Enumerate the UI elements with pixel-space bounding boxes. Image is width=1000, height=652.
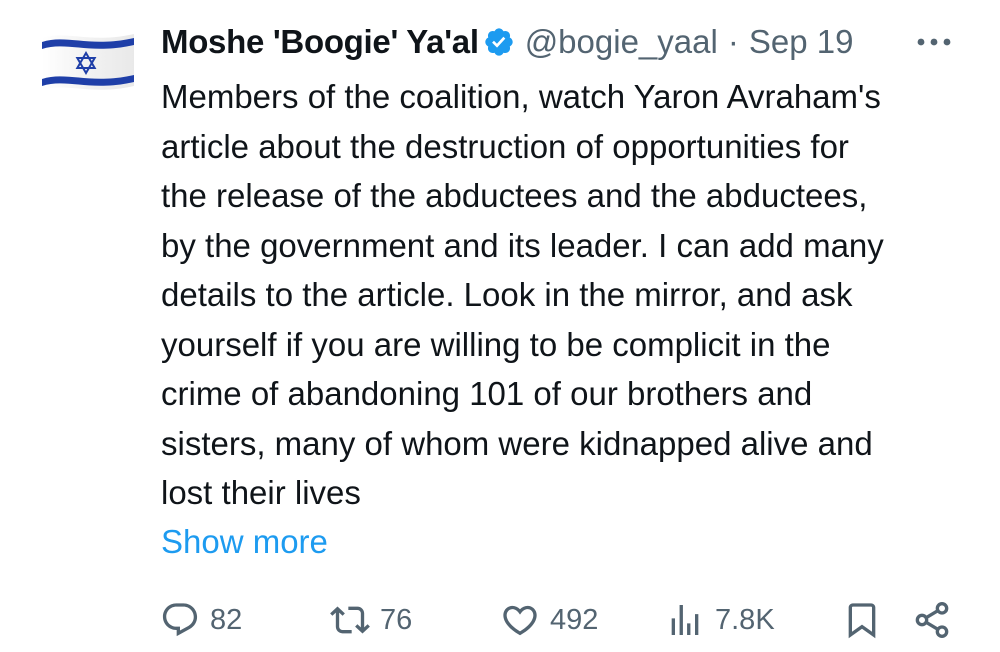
views-icon (671, 605, 699, 635)
tweet-header: Moshe 'Boogie' Ya'al @bogie_yaal · Sep 1… (161, 18, 853, 66)
reply-button[interactable]: 82 (160, 598, 242, 642)
reply-icon (162, 603, 198, 637)
views-count: 7.8K (715, 603, 775, 636)
tweet-text-line: lost their lives (161, 474, 361, 511)
tweet-text: Members of the coalition, watch Yaron Av… (161, 72, 981, 518)
tweet-text-line: sisters, many of whom were kidnapped ali… (161, 424, 873, 462)
retweet-icon (330, 606, 370, 634)
israel-flag-icon (42, 34, 134, 90)
like-button[interactable]: 492 (500, 598, 598, 642)
author-handle[interactable]: @bogie_yaal (525, 18, 718, 66)
like-count: 492 (550, 603, 599, 636)
more-options-button[interactable] (914, 30, 954, 54)
tweet-text-line: by the government and its leader. I can … (161, 226, 884, 264)
tweet-date[interactable]: Sep 19 (749, 18, 854, 66)
more-options-icon (917, 38, 951, 46)
retweet-button[interactable]: 76 (330, 598, 412, 642)
tweet-text-line: details to the article. Look in the mirr… (161, 276, 853, 313)
tweet-card[interactable]: Moshe 'Boogie' Ya'al @bogie_yaal · Sep 1… (0, 0, 1000, 652)
bookmark-button[interactable] (842, 598, 882, 642)
views-button[interactable]: 7.8K (665, 598, 775, 642)
tweet-text-line: the release of the abductees and the abd… (161, 177, 868, 214)
avatar[interactable] (38, 24, 138, 96)
share-icon (915, 602, 949, 639)
bookmark-icon (848, 603, 876, 639)
author-display-name[interactable]: Moshe 'Boogie' Ya'al (161, 18, 479, 66)
heart-icon (503, 605, 537, 636)
verified-badge-icon (483, 26, 515, 58)
tweet-text-line: article about the destruction of opportu… (161, 127, 849, 165)
share-button[interactable] (912, 598, 952, 642)
header-separator: · (727, 23, 739, 60)
reply-count: 82 (210, 603, 243, 636)
tweet-text-line: crime of abandoning 101 of our brothers … (161, 375, 813, 412)
tweet-text-line: Members of the coalition, watch Yaron Av… (161, 78, 881, 115)
retweet-count: 76 (380, 603, 413, 636)
show-more-link[interactable]: Show more (161, 517, 328, 567)
tweet-text-line: yourself if you are willing to be compli… (161, 325, 831, 363)
tweet-actions-bar: 82 76 492 7.8K (160, 598, 960, 642)
